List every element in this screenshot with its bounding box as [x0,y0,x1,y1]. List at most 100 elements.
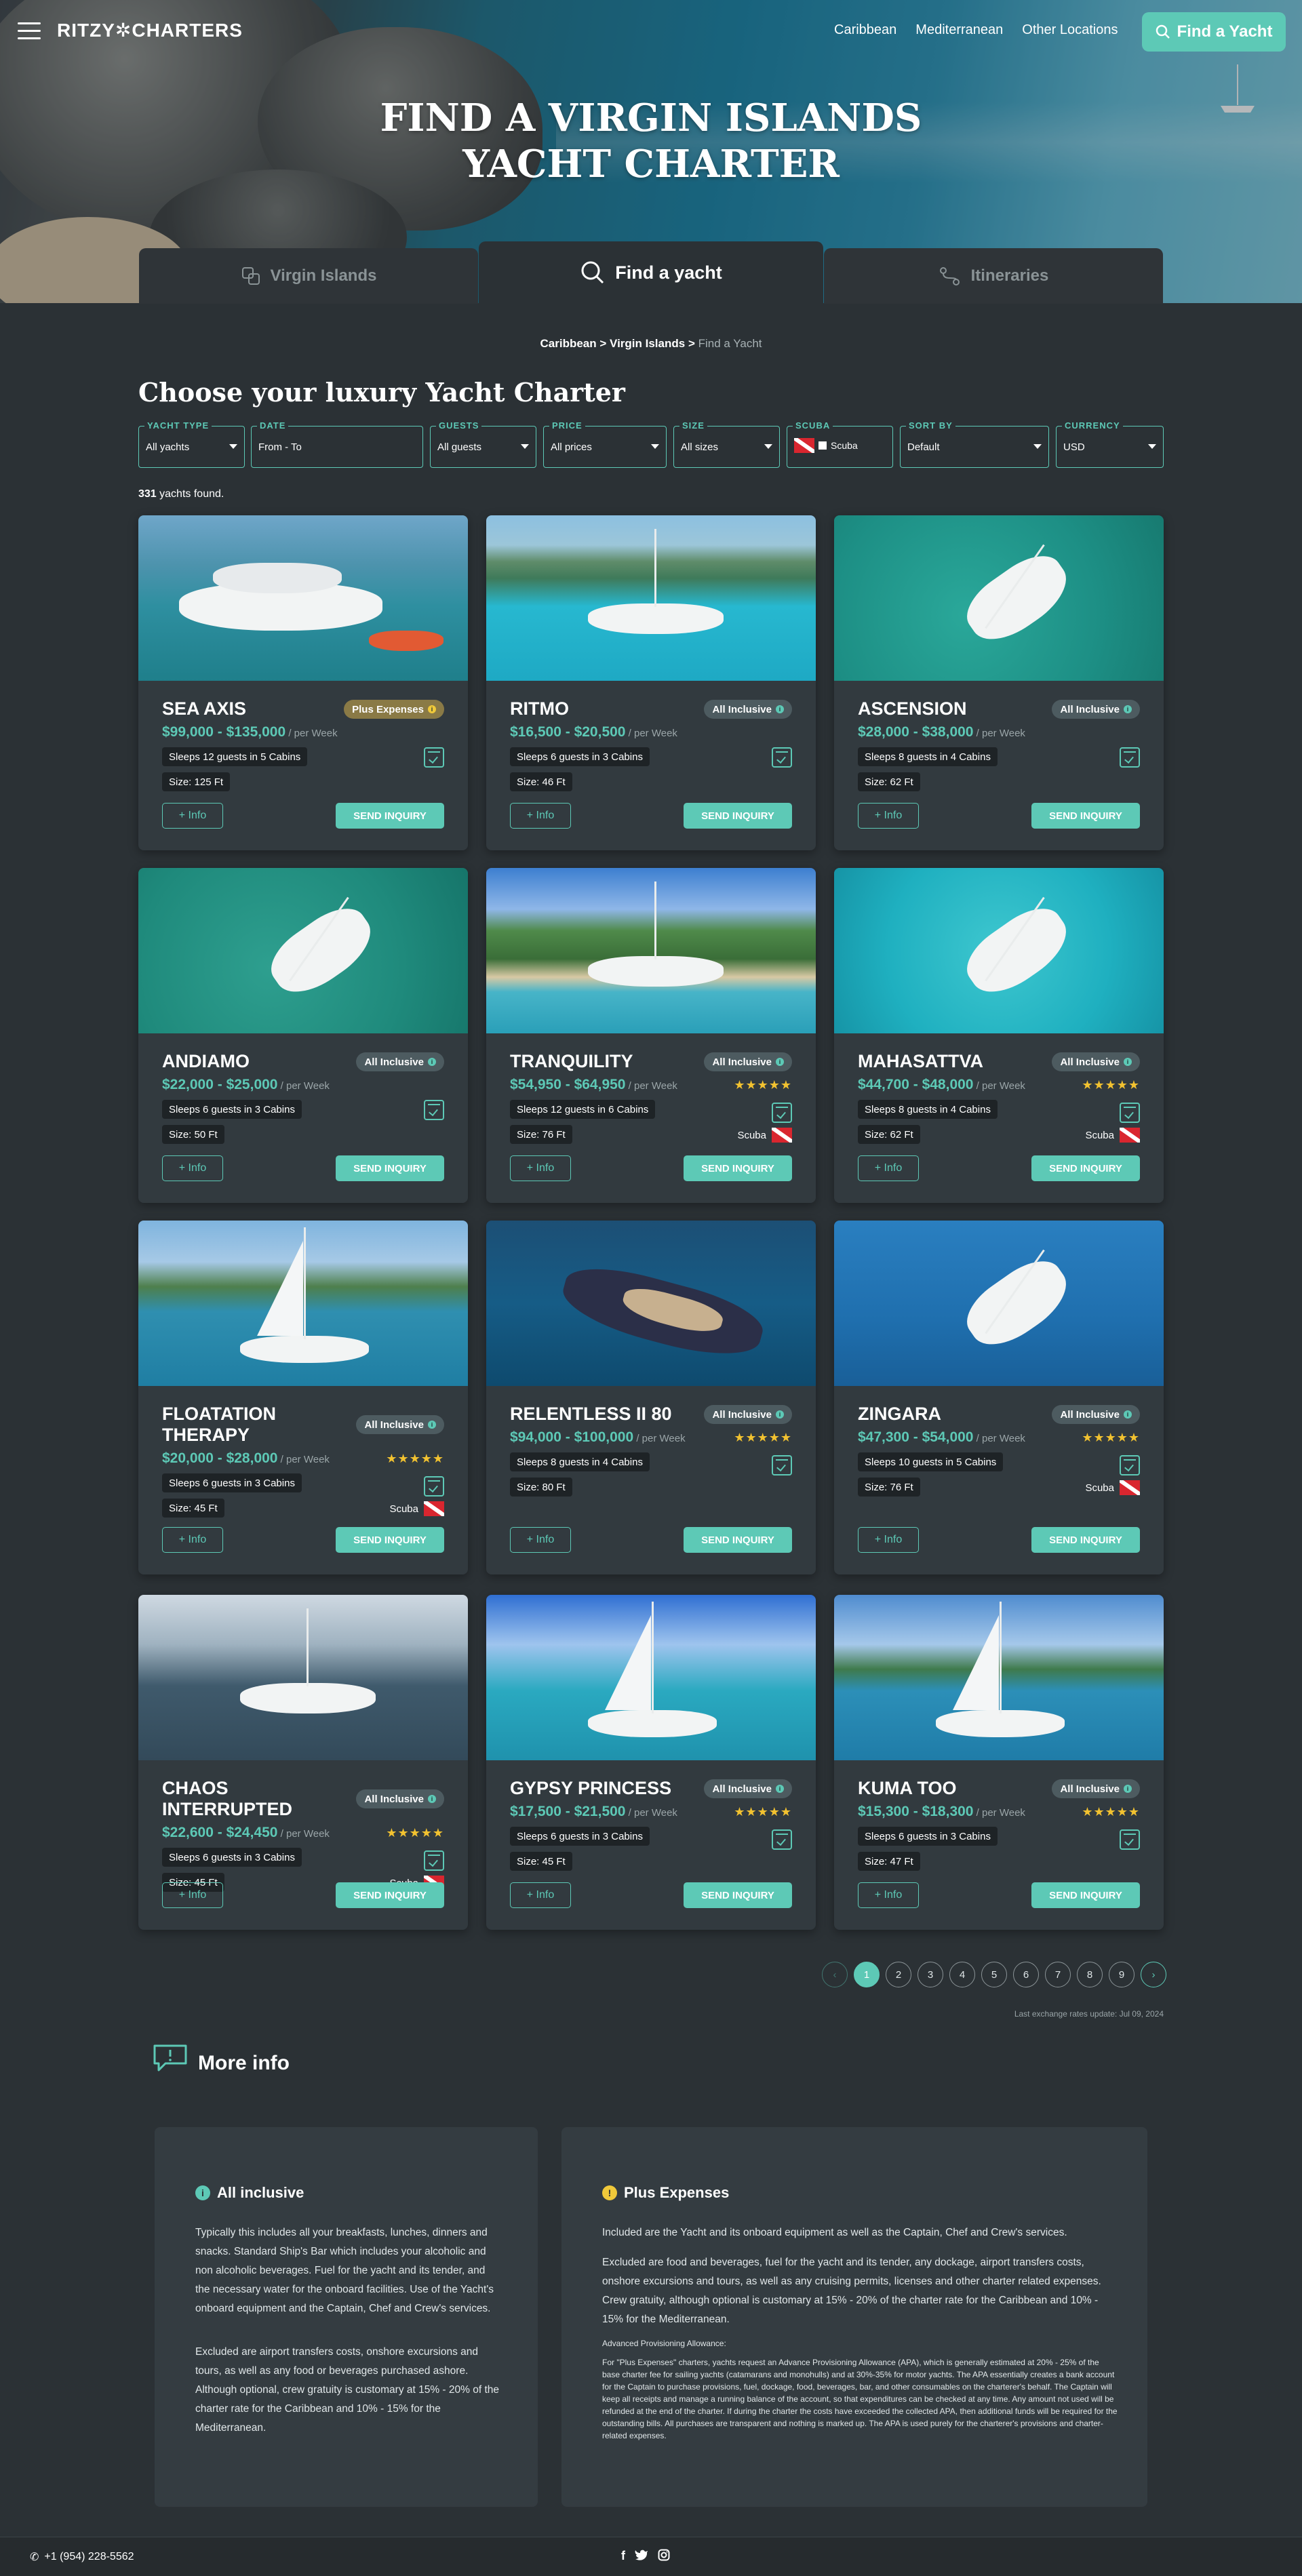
calendar-check-icon[interactable] [1120,1103,1140,1123]
tab-virgin-islands[interactable]: Virgin Islands [139,248,478,304]
send-inquiry-button[interactable]: SEND INQUIRY [1031,1882,1140,1908]
more-info-button[interactable]: + Info [858,1527,919,1553]
info-icon[interactable]: i [776,1410,784,1419]
yacht-card[interactable]: GYPSY PRINCESS All Inclusive i $17,500 - $2… [486,1595,816,1930]
yacht-name[interactable]: ZINGARA [858,1404,1061,1425]
yacht-card[interactable]: MAHASATTVA All Inclusive i $44,700 - $48,00… [834,868,1164,1203]
send-inquiry-button[interactable]: SEND INQUIRY [684,1882,792,1908]
hamburger-menu-icon[interactable] [18,22,41,40]
nav-link-other-locations[interactable]: Other Locations [1022,22,1118,38]
calendar-check-icon[interactable] [1120,1455,1140,1475]
twitter-icon[interactable] [635,2549,648,2561]
yacht-name[interactable]: RITMO [510,698,713,719]
send-inquiry-button[interactable]: SEND INQUIRY [684,1155,792,1181]
pagination-next-button[interactable]: › [1141,1962,1166,1987]
yacht-name[interactable]: GYPSY PRINCESS [510,1778,713,1799]
filter-sort-by[interactable]: SORT BY Default [900,420,1049,468]
yacht-photo[interactable] [138,868,468,1033]
yacht-photo[interactable] [834,1221,1164,1386]
yacht-card[interactable]: TRANQUILITY All Inclusive i $54,950 - $64,9… [486,868,816,1203]
facebook-icon[interactable]: f [621,2549,625,2563]
calendar-check-icon[interactable] [772,1455,792,1475]
pagination-page-2[interactable]: 2 [886,1962,911,1987]
pagination-page-5[interactable]: 5 [981,1962,1007,1987]
yacht-photo[interactable] [138,1595,468,1760]
info-icon[interactable]: i [428,1421,436,1429]
filter-size[interactable]: SIZE All sizes [673,420,780,468]
more-info-button[interactable]: + Info [162,803,223,829]
nav-link-mediterranean[interactable]: Mediterranean [915,22,1003,38]
yacht-card[interactable]: RELENTLESS II 80 All Inclusive i $94,000 - … [486,1221,816,1574]
more-info-button[interactable]: + Info [510,803,571,829]
info-icon[interactable]: i [776,705,784,713]
tab-find-a-yacht[interactable]: Find a yacht [479,241,823,304]
calendar-check-icon[interactable] [424,1476,444,1497]
yacht-photo[interactable] [138,515,468,681]
calendar-check-icon[interactable] [424,747,444,768]
yacht-photo[interactable] [486,868,816,1033]
filter-date[interactable]: DATE From - To [251,420,423,468]
send-inquiry-button[interactable]: SEND INQUIRY [336,1882,444,1908]
calendar-check-icon[interactable] [424,1850,444,1871]
yacht-name[interactable]: MAHASATTVA [858,1051,1061,1072]
instagram-icon[interactable] [658,2549,670,2561]
more-info-button[interactable]: + Info [858,1155,919,1181]
pagination-prev-button[interactable]: ‹ [822,1962,848,1987]
info-icon[interactable]: i [428,1058,436,1066]
more-info-button[interactable]: + Info [510,1882,571,1908]
tab-itineraries[interactable]: Itineraries [824,248,1163,304]
send-inquiry-button[interactable]: SEND INQUIRY [336,1527,444,1553]
yacht-name[interactable]: TRANQUILITY [510,1051,713,1072]
info-icon[interactable]: i [776,1058,784,1066]
yacht-photo[interactable] [486,1595,816,1760]
info-icon[interactable]: i [1124,1785,1132,1793]
yacht-photo[interactable] [834,1595,1164,1760]
info-icon[interactable]: i [1124,1410,1132,1419]
yacht-name[interactable]: ASCENSION [858,698,1061,719]
yacht-card[interactable]: ANDIAMO All Inclusive i $22,000 - $25,000 /… [138,868,468,1203]
checkbox[interactable] [818,441,827,450]
send-inquiry-button[interactable]: SEND INQUIRY [1031,1155,1140,1181]
filter-price[interactable]: PRICE All prices [543,420,667,468]
info-icon[interactable]: i [1124,705,1132,713]
calendar-check-icon[interactable] [424,1100,444,1120]
yacht-photo[interactable] [834,515,1164,681]
more-info-button[interactable]: + Info [162,1155,223,1181]
yacht-card[interactable]: SEA AXIS Plus Expenses i $99,000 - $135,000… [138,515,468,850]
more-info-button[interactable]: + Info [162,1882,223,1908]
yacht-card[interactable]: ASCENSION All Inclusive i $28,000 - $38,000… [834,515,1164,850]
more-info-button[interactable]: + Info [858,1882,919,1908]
calendar-check-icon[interactable] [1120,1829,1140,1850]
send-inquiry-button[interactable]: SEND INQUIRY [684,1527,792,1553]
yacht-card[interactable]: KUMA TOO All Inclusive i $15,300 - $18,300 … [834,1595,1164,1930]
yacht-name[interactable]: FLOATATION THERAPY [162,1404,345,1446]
yacht-name[interactable]: ANDIAMO [162,1051,366,1072]
yacht-name[interactable]: RELENTLESS II 80 [510,1404,713,1425]
info-icon[interactable]: i [428,1795,436,1803]
yacht-card[interactable]: RITMO All Inclusive i $16,500 - $20,500 / p… [486,515,816,850]
yacht-card[interactable]: CHAOS INTERRUPTED All Inclusive i $22,600 -… [138,1595,468,1930]
site-logo[interactable]: RITZY✲CHARTERS [57,19,243,41]
calendar-check-icon[interactable] [1120,747,1140,768]
info-icon[interactable]: i [428,705,436,713]
pagination-page-9[interactable]: 9 [1109,1962,1135,1987]
pagination-page-1[interactable]: 1 [854,1962,880,1987]
filter-scuba[interactable]: SCUBA Scuba [787,420,893,468]
find-a-yacht-button[interactable]: Find a Yacht [1142,12,1286,52]
pagination-page-3[interactable]: 3 [918,1962,943,1987]
send-inquiry-button[interactable]: SEND INQUIRY [1031,1527,1140,1553]
yacht-photo[interactable] [834,868,1164,1033]
breadcrumb-caribbean[interactable]: Caribbean [540,337,597,350]
yacht-name[interactable]: CHAOS INTERRUPTED [162,1778,345,1820]
yacht-name[interactable]: KUMA TOO [858,1778,1061,1799]
info-icon[interactable]: i [1124,1058,1132,1066]
pagination-page-6[interactable]: 6 [1013,1962,1039,1987]
yacht-photo[interactable] [486,1221,816,1386]
pagination-page-7[interactable]: 7 [1045,1962,1071,1987]
calendar-check-icon[interactable] [772,1103,792,1123]
calendar-check-icon[interactable] [772,1829,792,1850]
nav-link-caribbean[interactable]: Caribbean [834,22,896,38]
more-info-button[interactable]: + Info [510,1155,571,1181]
more-info-button[interactable]: + Info [162,1527,223,1553]
pagination-page-8[interactable]: 8 [1077,1962,1103,1987]
